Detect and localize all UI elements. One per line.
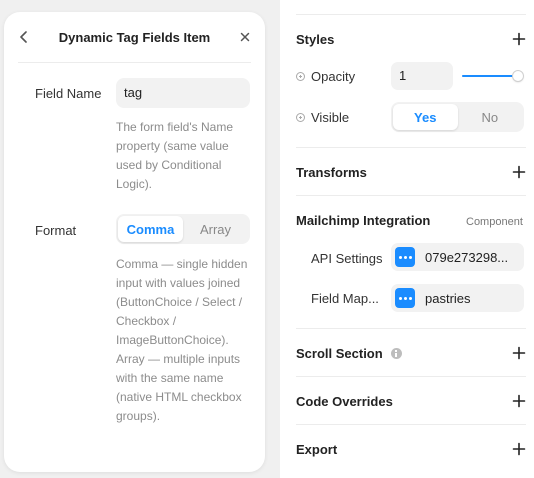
visible-option-no[interactable]: No xyxy=(458,104,523,130)
scroll-section-title: Scroll Section xyxy=(296,346,383,361)
api-settings-label: API Settings xyxy=(311,251,383,266)
field-map-label: Field Map... xyxy=(311,291,379,306)
format-help: Comma — single hidden input with values … xyxy=(116,257,248,423)
transforms-section-title[interactable]: Transforms xyxy=(296,165,367,180)
popup-header: Dynamic Tag Fields Item xyxy=(4,12,265,62)
format-label: Format xyxy=(35,223,77,238)
opacity-label: Opacity xyxy=(311,69,356,84)
visible-segmented-control: Yes No xyxy=(391,102,524,132)
opacity-slider-fill xyxy=(462,75,518,77)
field-name-input[interactable]: tag xyxy=(116,78,250,108)
properties-panel: Styles Opacity 1 Visible Yes No Transfor… xyxy=(280,0,534,478)
styles-section-title[interactable]: Styles xyxy=(296,32,334,47)
divider xyxy=(296,376,526,377)
close-button[interactable] xyxy=(237,29,253,45)
link-dots-icon xyxy=(395,247,415,267)
visible-option-yes[interactable]: Yes xyxy=(393,104,458,130)
opacity-slider-thumb[interactable] xyxy=(513,71,523,81)
plus-icon[interactable] xyxy=(512,165,526,179)
add-circle-icon[interactable] xyxy=(296,113,305,122)
field-map-value: pastries xyxy=(425,290,471,306)
export-section-title[interactable]: Export xyxy=(296,442,337,457)
plus-icon[interactable] xyxy=(512,394,526,408)
opacity-row-label: Opacity xyxy=(296,69,355,84)
popup-divider xyxy=(18,62,251,63)
api-settings-field[interactable]: 079e273298... xyxy=(391,243,524,271)
code-overrides-section-title[interactable]: Code Overrides xyxy=(296,394,393,409)
field-map-field[interactable]: pastries xyxy=(391,284,524,312)
divider xyxy=(296,14,526,15)
component-badge: Component xyxy=(466,216,523,228)
scroll-section-title-row[interactable]: Scroll Section xyxy=(296,346,402,361)
visible-row-label: Visible xyxy=(296,110,349,125)
field-name-label: Field Name xyxy=(35,86,102,101)
format-segmented-control: Comma Array xyxy=(116,214,250,244)
link-dots-icon xyxy=(395,288,415,308)
plus-icon[interactable] xyxy=(512,346,526,360)
api-settings-value: 079e273298... xyxy=(425,249,509,265)
close-icon xyxy=(240,32,250,42)
format-option-comma[interactable]: Comma xyxy=(118,216,183,242)
plus-icon[interactable] xyxy=(512,442,526,456)
plus-icon[interactable] xyxy=(512,32,526,46)
visible-label: Visible xyxy=(311,110,350,125)
dynamic-tag-fields-popup: Dynamic Tag Fields Item Field Name tag T… xyxy=(4,12,265,472)
add-circle-icon[interactable] xyxy=(296,72,305,81)
divider xyxy=(296,328,526,329)
opacity-slider[interactable] xyxy=(462,71,523,81)
format-option-array[interactable]: Array xyxy=(183,216,248,242)
opacity-input[interactable]: 1 xyxy=(391,62,453,90)
field-name-help: The form field's Name property (same val… xyxy=(116,120,233,191)
divider xyxy=(296,195,526,196)
mailchimp-section-title[interactable]: Mailchimp Integration xyxy=(296,213,430,228)
popup-title: Dynamic Tag Fields Item xyxy=(58,30,211,45)
divider xyxy=(296,424,526,425)
info-icon[interactable] xyxy=(390,348,402,359)
divider xyxy=(296,147,526,148)
